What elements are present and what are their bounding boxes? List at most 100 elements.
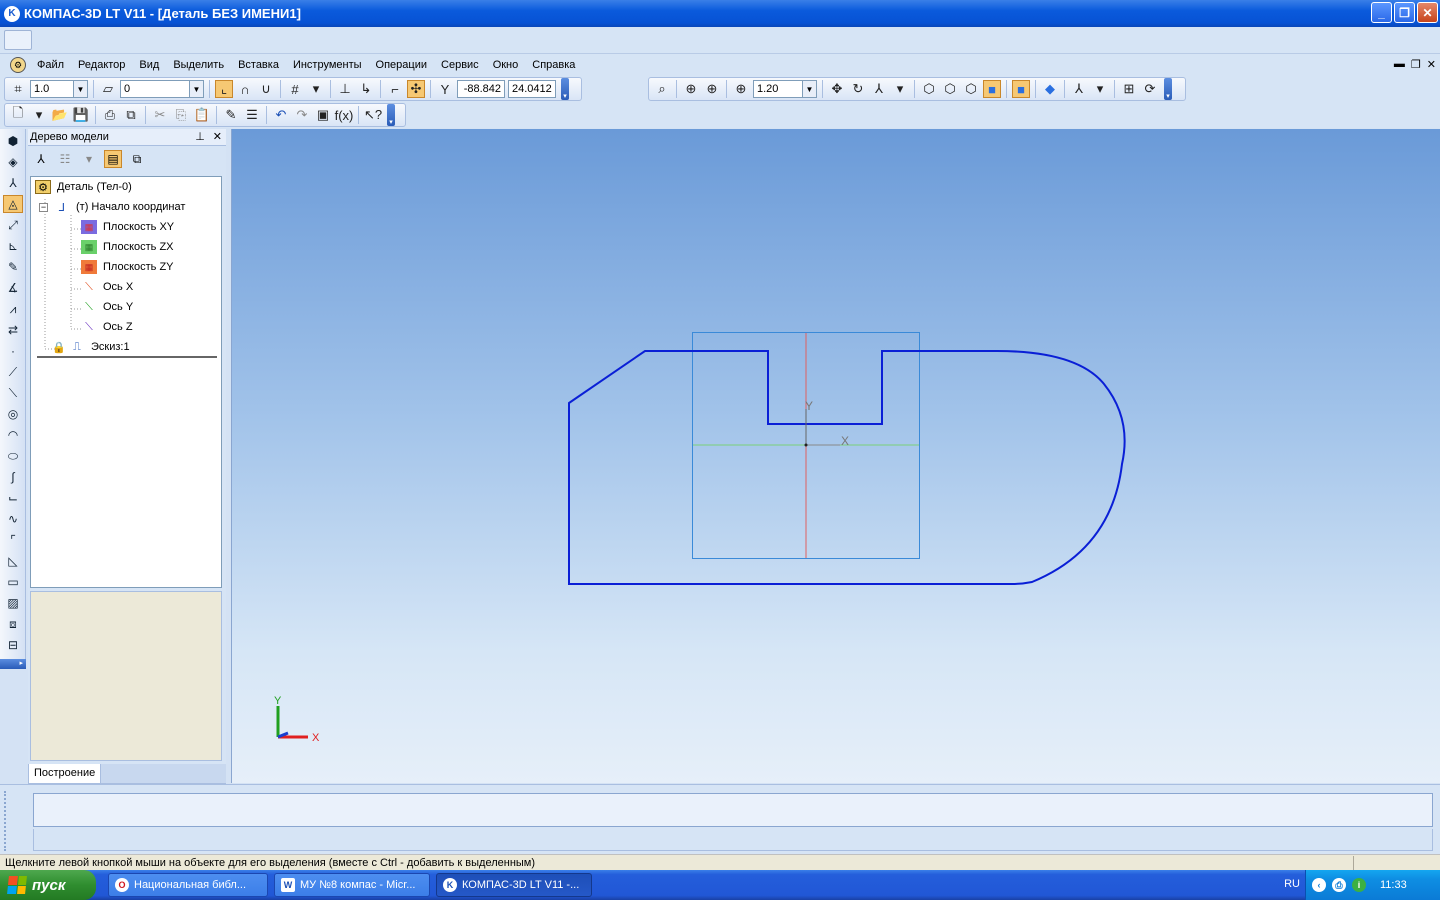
toolbar-options-icon[interactable]: ▾ — [387, 104, 395, 126]
structure-icon[interactable]: ☷ — [56, 150, 74, 168]
undo-icon[interactable]: ↶ — [272, 106, 290, 124]
auxiliary-geometry-icon[interactable]: ◈ — [3, 153, 23, 171]
magnet-off-icon[interactable]: ∪ — [257, 80, 275, 98]
toolbar-options-icon[interactable]: ▾ — [561, 78, 569, 100]
document-icon[interactable]: ⚙ — [10, 57, 26, 73]
menu-service[interactable]: Сервис — [434, 59, 486, 71]
collapse-icon[interactable]: − — [39, 202, 48, 212]
zoom-window-icon[interactable]: ⌕ — [653, 80, 671, 98]
step-combo[interactable]: 1.0 ▼ — [30, 80, 88, 98]
aux-line-icon[interactable]: ⟋ — [3, 363, 23, 381]
thin-lines-icon[interactable]: ⬡ — [962, 80, 980, 98]
panel-grip[interactable] — [4, 791, 26, 851]
perspective-icon[interactable]: ◆ — [1041, 80, 1059, 98]
tree-origin[interactable]: − ⅃ (т) Начало координат — [39, 198, 185, 216]
chevron-down-icon[interactable]: ▾ — [1091, 80, 1109, 98]
chevron-down-icon[interactable]: ▼ — [803, 80, 817, 98]
tree-root[interactable]: ⚙ Деталь (Тел-0) — [35, 178, 132, 196]
editing-icon[interactable]: ✎ — [3, 258, 23, 276]
sketch-mode-icon[interactable]: ⌞ — [215, 80, 233, 98]
new-document-icon[interactable]: 🗋 — [9, 105, 27, 124]
spatial-curves-icon[interactable]: ⅄ — [3, 174, 23, 192]
dimensions-icon[interactable]: ⤢ — [3, 216, 23, 234]
orientation-icon[interactable]: ⅄ — [870, 80, 888, 98]
menu-view[interactable]: Вид — [132, 59, 166, 71]
measure-icon[interactable]: ⩘ — [3, 300, 23, 318]
tree-view-icon[interactable]: ▤ — [104, 150, 122, 168]
tree-item[interactable]: ⟍ Ось Y — [81, 298, 133, 316]
panel-expand-icon[interactable]: ▸ — [0, 659, 26, 669]
menu-window[interactable]: Окно — [486, 59, 526, 71]
task-word[interactable]: W МУ №8 компас - Micr... — [274, 873, 430, 897]
list-icon[interactable]: ☰ — [243, 106, 261, 124]
chevron-down-icon[interactable]: ▼ — [190, 80, 204, 98]
bezier-icon[interactable]: ∿ — [3, 510, 23, 528]
geometry-icon[interactable]: ◬ — [3, 195, 23, 213]
zoom-field[interactable]: 1.20 — [753, 80, 803, 98]
fillet-icon[interactable]: ⌜ — [3, 531, 23, 549]
toolbar-grip[interactable] — [4, 30, 32, 50]
chevron-down-icon[interactable]: ▾ — [891, 80, 909, 98]
ortho-mode-icon[interactable]: ⌐ — [386, 80, 404, 98]
menu-select[interactable]: Выделить — [166, 59, 231, 71]
point-icon[interactable]: · — [3, 342, 23, 360]
pin-icon[interactable]: ⊥ — [195, 130, 205, 143]
grid-icon[interactable]: # — [286, 80, 304, 98]
spline-icon[interactable]: ∫ — [3, 468, 23, 486]
equidistant-icon[interactable]: ⧈ — [3, 615, 23, 633]
arc-icon[interactable]: ◠ — [3, 426, 23, 444]
manager-icon[interactable]: ⧉ — [122, 106, 140, 124]
refresh-icon[interactable]: ⟳ — [1141, 80, 1159, 98]
tree-item[interactable]: ▦ Плоскость XY — [81, 218, 174, 236]
tree-item[interactable]: ⟍ Ось Z — [81, 318, 132, 336]
grid-snap-icon[interactable]: ⌗ — [9, 80, 27, 98]
cut-icon[interactable]: ✂ — [151, 106, 169, 124]
menu-insert[interactable]: Вставка — [231, 59, 286, 71]
open-icon[interactable]: 📂 — [51, 106, 69, 124]
properties-brush-icon[interactable]: ✎ — [222, 106, 240, 124]
step-field[interactable]: 1.0 — [30, 80, 74, 98]
redo-icon[interactable]: ↷ — [293, 106, 311, 124]
edit-details-icon[interactable]: ⬢ — [3, 132, 23, 150]
toolbar-options-icon[interactable]: ▾ — [1164, 78, 1172, 100]
tree-item[interactable]: ⟍ Ось X — [81, 278, 133, 296]
tree-item[interactable]: ▦ Плоскость ZY — [81, 258, 174, 276]
save-icon[interactable]: 💾 — [72, 106, 90, 124]
library-icon[interactable]: ▣ — [314, 106, 332, 124]
menu-help[interactable]: Справка — [525, 59, 582, 71]
copy-icon[interactable]: ⎘ — [172, 106, 190, 124]
printer-icon[interactable]: ⎙ — [1332, 878, 1346, 892]
close-icon[interactable]: ✕ — [213, 130, 222, 143]
circle-icon[interactable]: ◎ — [3, 405, 23, 423]
hatch-icon[interactable]: ▨ — [3, 594, 23, 612]
select-icon[interactable]: ⇄ — [3, 321, 23, 339]
rotate-icon[interactable]: ↻ — [849, 80, 867, 98]
ellipse-icon[interactable]: ⬭ — [3, 447, 23, 465]
start-button[interactable]: пуск — [0, 870, 96, 900]
mdi-minimize-button[interactable]: ▬ — [1394, 58, 1405, 71]
preview-icon[interactable]: ⎙ — [101, 106, 119, 124]
zoom-all-icon[interactable]: ⊕ — [682, 80, 700, 98]
paste-icon[interactable]: 📋 — [193, 106, 211, 124]
cursor-snap-icon[interactable]: ✣ — [407, 80, 425, 98]
model-viewport[interactable]: Y X Y X — [231, 129, 1440, 783]
menu-tools[interactable]: Инструменты — [286, 59, 369, 71]
shaded-icon[interactable]: ■ — [983, 80, 1001, 98]
coord-x-field[interactable]: -88.842 — [457, 80, 505, 98]
layer-combo[interactable]: 0 ▼ — [120, 80, 204, 98]
designations-icon[interactable]: ⊾ — [3, 237, 23, 255]
coord-y-field[interactable]: 24.0412 — [508, 80, 556, 98]
projection-icon[interactable]: ⊟ — [3, 636, 23, 654]
language-indicator[interactable]: RU — [1284, 878, 1300, 890]
menu-file[interactable]: Файл — [30, 59, 71, 71]
layer-field[interactable]: 0 — [120, 80, 190, 98]
segment-icon[interactable]: ⟍ — [3, 384, 23, 402]
chamfer-icon[interactable]: ◺ — [3, 552, 23, 570]
tree-item[interactable]: ▦ Плоскость ZX — [81, 238, 174, 256]
chevron-down-icon[interactable]: ▾ — [80, 150, 98, 168]
mdi-close-button[interactable]: ✕ — [1427, 58, 1436, 71]
task-kompas[interactable]: K КОМПАС-3D LT V11 -... — [436, 873, 592, 897]
split-view-icon[interactable]: ⧉ — [128, 150, 146, 168]
hidden-lines-icon[interactable]: ⬡ — [941, 80, 959, 98]
build-order-icon[interactable]: ⅄ — [32, 150, 50, 168]
